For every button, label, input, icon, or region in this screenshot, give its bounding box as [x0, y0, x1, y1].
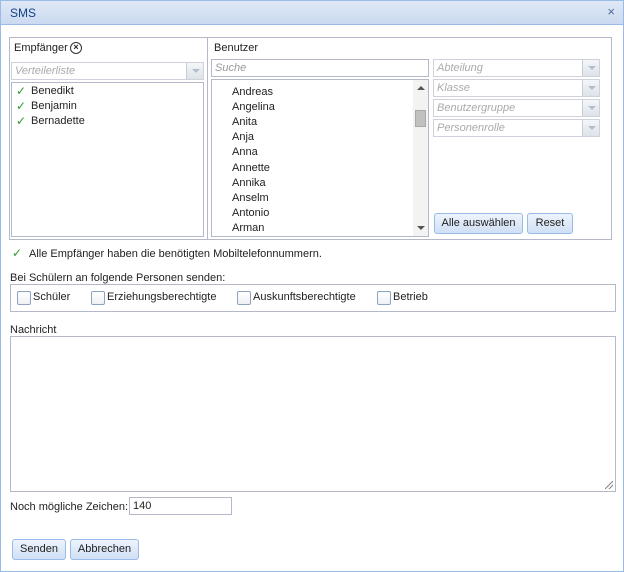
- list-item[interactable]: Anita: [232, 116, 257, 128]
- students-label: Schüler: [33, 291, 71, 303]
- list-item[interactable]: Annette: [232, 162, 270, 174]
- check-icon: ✓: [16, 84, 27, 98]
- send-to-group: Schüler Erziehungsberechtigte Auskunftsb…: [10, 284, 616, 312]
- clear-recipients-icon[interactable]: ×: [70, 42, 82, 54]
- department-select[interactable]: Abteilung: [433, 59, 600, 77]
- chevron-down-icon[interactable]: [186, 63, 203, 79]
- check-icon: ✓: [16, 114, 27, 128]
- check-icon: ✓: [16, 99, 27, 113]
- recipients-label: Empfänger: [14, 42, 68, 54]
- distribution-list-placeholder: Verteilerliste: [15, 65, 76, 77]
- sms-dialog: SMS × Empfänger × Verteilerliste ✓ Bened…: [0, 0, 624, 572]
- information-authorized-label: Auskunftsberechtigte: [253, 291, 356, 303]
- class-placeholder: Klasse: [437, 82, 471, 94]
- list-item[interactable]: Angelina: [232, 101, 275, 113]
- list-item[interactable]: Annika: [232, 177, 266, 189]
- select-all-button[interactable]: Alle auswählen: [434, 213, 523, 234]
- user-search-input[interactable]: Suche: [211, 59, 429, 77]
- scroll-up-icon[interactable]: [417, 86, 425, 90]
- panel-divider: [207, 37, 208, 240]
- title-bar[interactable]: SMS ×: [1, 1, 623, 25]
- list-item[interactable]: Anna: [232, 146, 258, 158]
- cancel-button[interactable]: Abbrechen: [70, 539, 139, 560]
- list-item[interactable]: Andreas: [232, 86, 273, 98]
- message-textarea[interactable]: [10, 336, 616, 492]
- message-label: Nachricht: [10, 324, 57, 336]
- status-message: Alle Empfänger haben die benötigten Mobi…: [29, 248, 322, 260]
- recipient-name: Bernadette: [31, 115, 85, 127]
- list-item[interactable]: Anja: [232, 131, 254, 143]
- check-icon: ✓: [12, 246, 23, 260]
- chars-remaining-field[interactable]: 140: [129, 497, 232, 515]
- scroll-down-icon[interactable]: [417, 226, 425, 230]
- class-select[interactable]: Klasse: [433, 79, 600, 97]
- list-item[interactable]: Anselm: [232, 192, 269, 204]
- students-checkbox[interactable]: [17, 291, 31, 305]
- user-group-placeholder: Benutzergruppe: [437, 102, 516, 114]
- distribution-list-select[interactable]: Verteilerliste: [11, 62, 204, 80]
- recipient-name: Benjamin: [31, 100, 77, 112]
- list-item[interactable]: Antonio: [232, 207, 269, 219]
- users-list[interactable]: Andreas Angelina Anita Anja Anna Annette…: [211, 79, 429, 237]
- list-item[interactable]: Arman: [232, 222, 264, 234]
- users-scrollbar[interactable]: [413, 80, 428, 236]
- user-group-select[interactable]: Benutzergruppe: [433, 99, 600, 117]
- close-icon[interactable]: ×: [607, 4, 615, 19]
- department-placeholder: Abteilung: [437, 62, 483, 74]
- information-authorized-checkbox[interactable]: [237, 291, 251, 305]
- recipient-name: Benedikt: [31, 85, 74, 97]
- chevron-down-icon[interactable]: [582, 60, 599, 76]
- person-role-placeholder: Personenrolle: [437, 122, 505, 134]
- resize-handle-icon[interactable]: [605, 481, 613, 489]
- recipients-list[interactable]: ✓ Benedikt ✓ Benjamin ✓ Bernadette: [11, 82, 204, 237]
- company-label: Betrieb: [393, 291, 428, 303]
- company-checkbox[interactable]: [377, 291, 391, 305]
- users-label: Benutzer: [214, 42, 259, 54]
- scroll-thumb[interactable]: [415, 110, 426, 127]
- chevron-down-icon[interactable]: [582, 80, 599, 96]
- guardians-checkbox[interactable]: [91, 291, 105, 305]
- send-to-label: Bei Schülern an folgende Personen senden…: [10, 272, 226, 284]
- chevron-down-icon[interactable]: [582, 120, 599, 136]
- user-search-placeholder: Suche: [215, 62, 247, 74]
- chevron-down-icon[interactable]: [582, 100, 599, 116]
- dialog-title: SMS: [10, 6, 37, 20]
- person-role-select[interactable]: Personenrolle: [433, 119, 600, 137]
- send-button[interactable]: Senden: [12, 539, 66, 560]
- guardians-label: Erziehungsberechtigte: [107, 291, 217, 303]
- chars-remaining-label: Noch mögliche Zeichen:: [10, 501, 129, 513]
- reset-button[interactable]: Reset: [527, 213, 573, 234]
